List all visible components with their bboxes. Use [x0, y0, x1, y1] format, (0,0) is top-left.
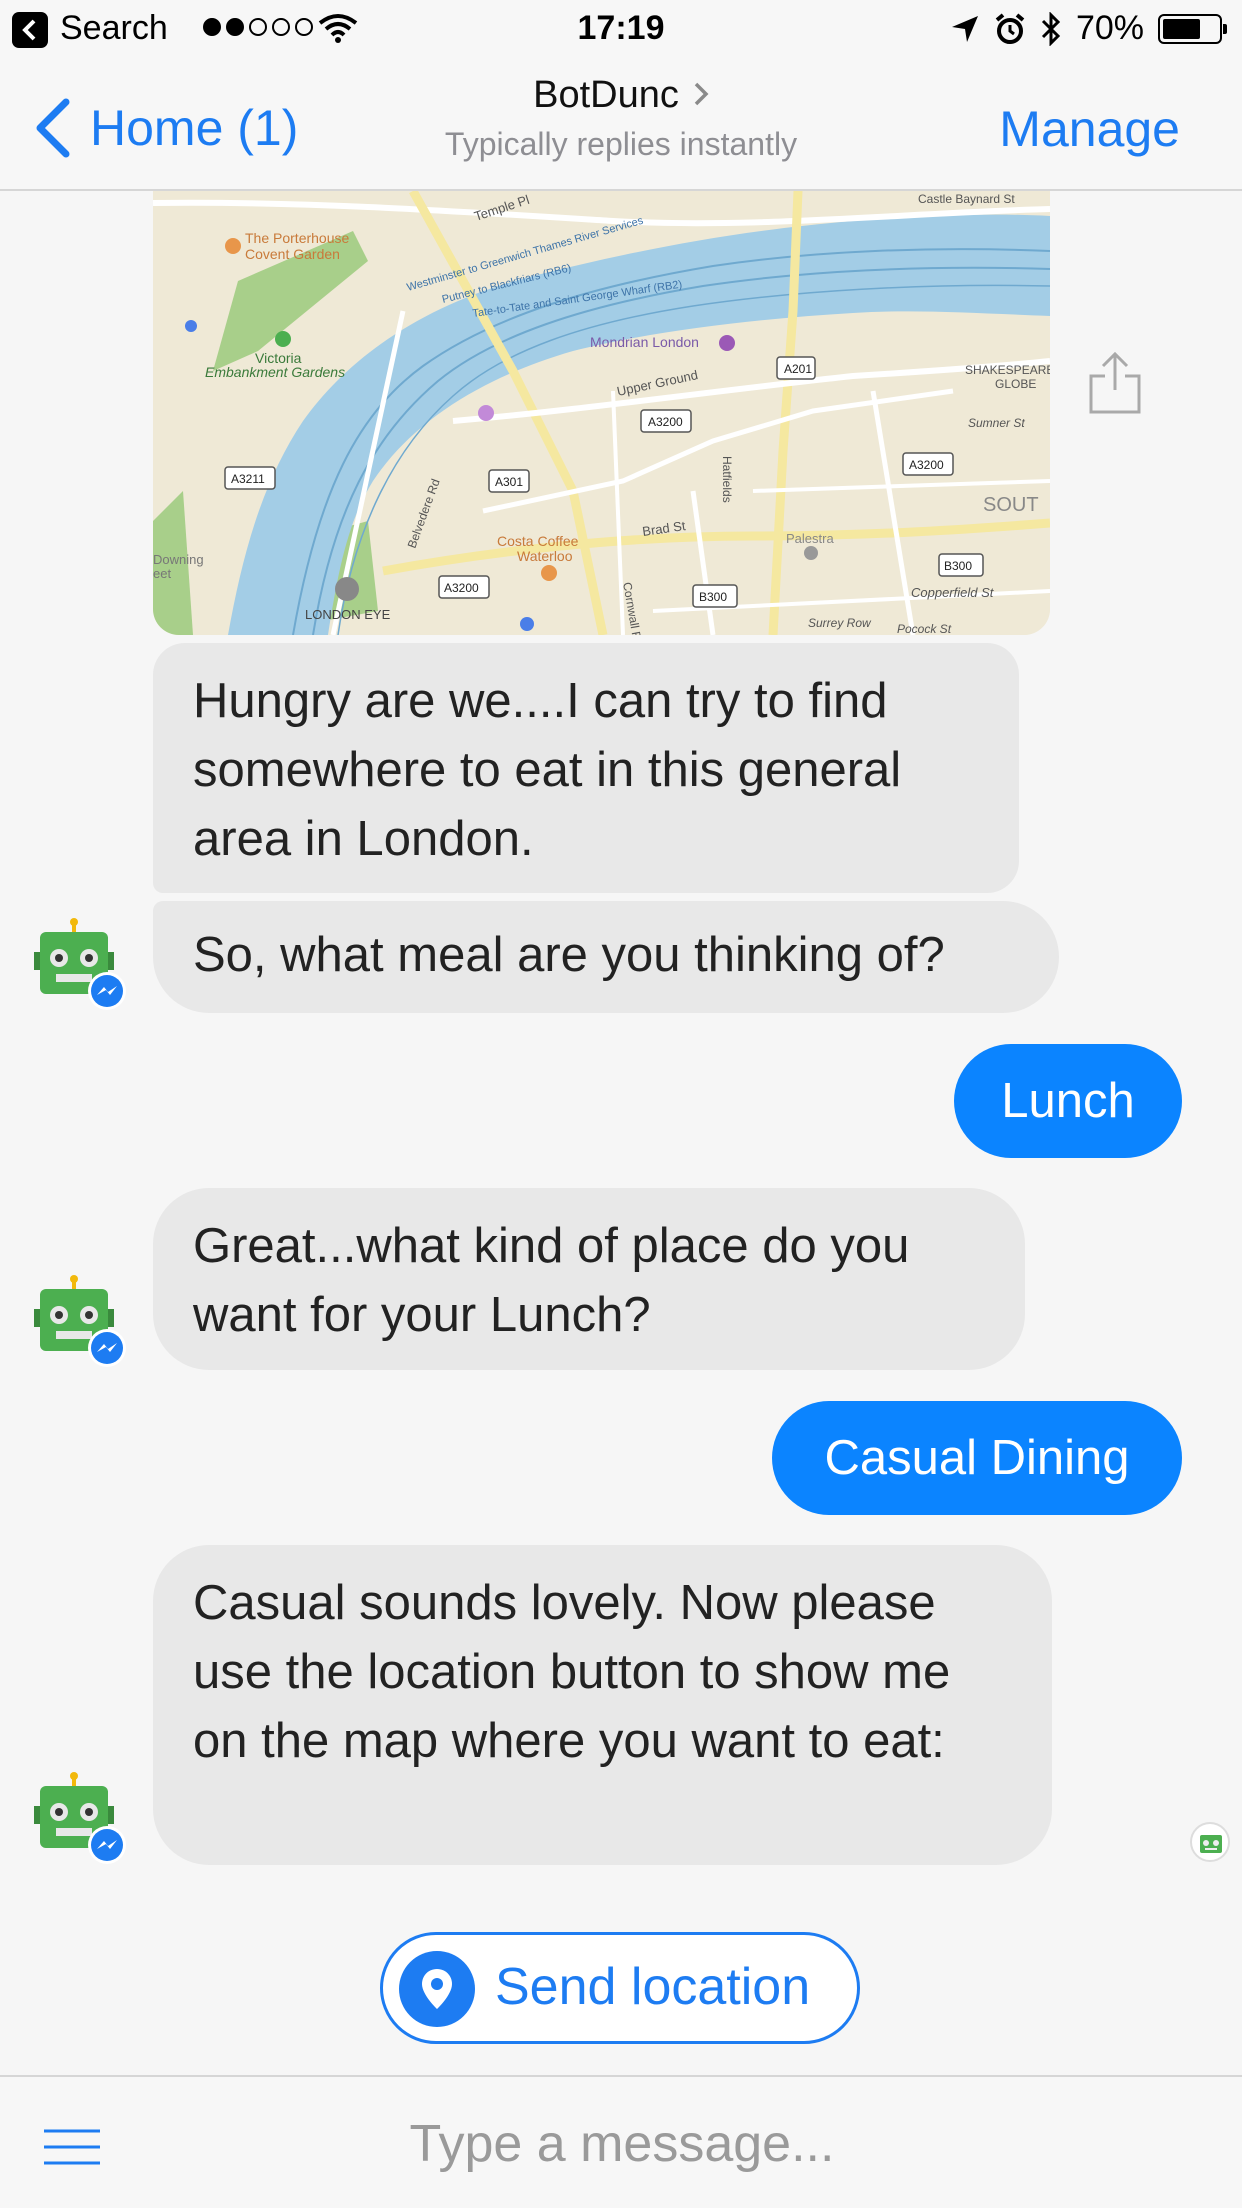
- map-label: A201: [784, 362, 812, 376]
- location-arrow-icon: [951, 15, 978, 42]
- battery-icon: [1158, 13, 1227, 44]
- bluetooth-icon: [1041, 11, 1061, 46]
- bot-avatar[interactable]: [34, 918, 130, 1014]
- conversation-header: Home (1) BotDunc Typically replies insta…: [0, 58, 1242, 191]
- share-icon[interactable]: [1087, 350, 1143, 416]
- location-pin-icon: [399, 1951, 475, 2027]
- map-label: Costa Coffee: [497, 533, 579, 549]
- map-label: SOUT: [983, 494, 1039, 516]
- send-location-button[interactable]: Send location: [380, 1932, 860, 2044]
- map-label: GLOBE: [995, 377, 1036, 391]
- message-input[interactable]: [140, 2103, 1104, 2185]
- map-label: Pocock St: [897, 622, 952, 635]
- map-label: A3200: [648, 415, 683, 429]
- alarm-icon: [995, 12, 1025, 44]
- map-label: Surrey Row: [808, 616, 872, 630]
- map-label: B300: [699, 590, 727, 604]
- chevron-right-icon: [694, 82, 709, 106]
- bot-avatar[interactable]: [34, 1275, 130, 1371]
- incoming-message: Hungry are we....I can try to find somew…: [153, 643, 1019, 893]
- map-label: A301: [495, 475, 523, 489]
- map-label: Copperfield St: [911, 585, 995, 600]
- map-label: A3211: [231, 472, 265, 486]
- robot-icon: [34, 1772, 126, 1864]
- map-label: Waterloo: [517, 548, 573, 564]
- map-label: B300: [944, 559, 972, 573]
- incoming-message: Casual sounds lovely. Now please use the…: [153, 1545, 1052, 1865]
- map-label: Mondrian London: [590, 334, 699, 350]
- robot-icon: [34, 918, 126, 1010]
- map-label: LONDON EYE: [305, 607, 391, 622]
- robot-icon: [34, 1275, 126, 1367]
- map-label: Sumner St: [968, 416, 1025, 430]
- outgoing-message: Casual Dining: [772, 1401, 1182, 1515]
- message-composer: [0, 2075, 1242, 2208]
- map-label: Castle Baynard St: [918, 192, 1015, 206]
- map-label: Covent Garden: [245, 246, 340, 262]
- map-label: A3200: [909, 458, 944, 472]
- incoming-message: Great...what kind of place do you want f…: [153, 1188, 1025, 1370]
- send-location-label: Send location: [495, 1958, 811, 2016]
- battery-percent: 70%: [1075, 9, 1144, 47]
- menu-icon[interactable]: [42, 2127, 102, 2167]
- map-label: A3200: [444, 581, 479, 595]
- contact-name: BotDunc: [533, 74, 679, 116]
- map-label: Embankment Gardens: [205, 364, 345, 380]
- battery-level: [1163, 18, 1200, 39]
- map-label: The Porterhouse: [245, 230, 349, 246]
- manage-button[interactable]: Manage: [999, 100, 1180, 158]
- map-label: SHAKESPEARE: [965, 363, 1050, 377]
- outgoing-message: Lunch: [954, 1044, 1182, 1158]
- incoming-message: So, what meal are you thinking of?: [153, 901, 1059, 1013]
- map-image: Temple Pl Castle Baynard St The Porterho…: [153, 191, 1050, 635]
- map-label: eet: [153, 566, 171, 581]
- map-label: Hatfields: [720, 456, 734, 503]
- status-bar: Search 17:19 70%: [0, 0, 1242, 58]
- map-label: Palestra: [786, 531, 834, 546]
- robot-icon: [1200, 1835, 1222, 1853]
- map-label: Downing: [153, 552, 204, 567]
- bot-avatar[interactable]: [34, 1772, 130, 1868]
- read-receipt-avatar: [1190, 1822, 1230, 1862]
- location-map-preview[interactable]: Temple Pl Castle Baynard St The Porterho…: [153, 191, 1050, 635]
